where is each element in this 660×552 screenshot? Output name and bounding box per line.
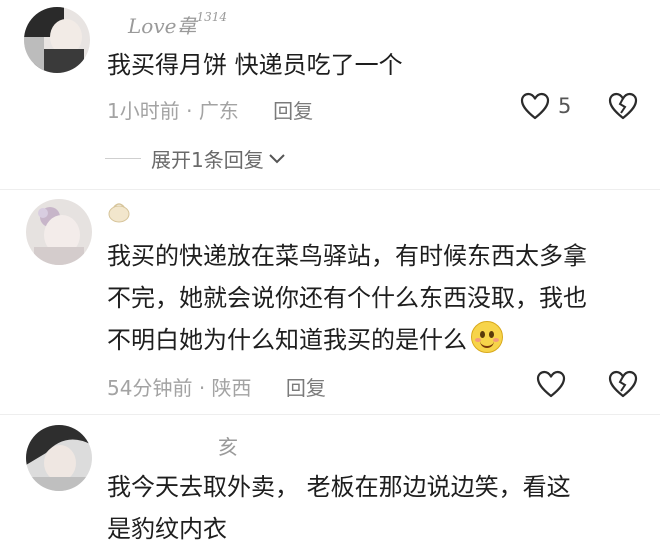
avatar[interactable]: [26, 199, 92, 265]
avatar[interactable]: [24, 7, 90, 73]
comment-meta: 1小时前 · 广东 回复: [107, 95, 313, 124]
comment-line: 不完，她就会说你还有个什么东西没取，我也: [107, 284, 587, 312]
broken-heart-icon: [608, 92, 638, 120]
comment-line: 我买的快递放在菜鸟驿站，有时候东西太多拿: [107, 242, 587, 270]
location: 广东: [198, 99, 239, 123]
username-suffix: 1314: [196, 10, 228, 24]
comment-1: Love韋1314 我买得月饼 快递员吃了一个 1小时前 · 广东 回复 5 展…: [0, 0, 660, 190]
broken-heart-icon: [608, 370, 638, 398]
expand-replies-button[interactable]: 展开1条回复: [105, 144, 286, 173]
chevron-down-icon: [269, 153, 285, 163]
comment-text: 我今天去取外卖， 老板在那边说边笑，看这 是豹纹内衣: [107, 466, 571, 550]
smiling-face-emoji: [471, 321, 503, 353]
dislike-button[interactable]: [608, 92, 638, 124]
like-count: 5: [558, 94, 572, 118]
expand-label: 展开1条回复: [151, 148, 264, 172]
expand-line: [105, 158, 141, 159]
username[interactable]: Love韋1314: [128, 10, 227, 39]
heart-outline-icon: [520, 92, 550, 120]
timestamp: 1小时前: [107, 99, 180, 123]
comment-meta: 54分钟前 · 陕西 回复: [107, 372, 326, 401]
username-badge[interactable]: [106, 198, 132, 229]
comment-line: 不明白她为什么知道我买的是什么: [107, 319, 587, 361]
heart-outline-icon: [536, 370, 566, 398]
username[interactable]: 亥: [218, 431, 238, 460]
like-button[interactable]: 5: [520, 92, 571, 120]
comment-3: 亥 我今天去取外卖， 老板在那边说边笑，看这 是豹纹内衣: [0, 415, 660, 552]
dislike-button[interactable]: [608, 370, 638, 402]
dot-separator: ·: [198, 376, 206, 400]
comment-2: 我买的快递放在菜鸟驿站，有时候东西太多拿 不完，她就会说你还有个什么东西没取，我…: [0, 190, 660, 415]
dot-separator: ·: [186, 99, 193, 123]
reply-button[interactable]: 回复: [286, 376, 326, 400]
comment-line: 是豹纹内衣: [107, 515, 227, 543]
comment-line: 我买得月饼 快递员吃了一个: [107, 51, 403, 79]
avatar[interactable]: [26, 425, 92, 491]
timestamp: 54分钟前: [107, 376, 193, 400]
comment-text: 我买的快递放在菜鸟驿站，有时候东西太多拿 不完，她就会说你还有个什么东西没取，我…: [107, 235, 587, 361]
reply-button[interactable]: 回复: [273, 99, 313, 123]
location: 陕西: [211, 376, 252, 400]
bag-icon: [108, 203, 130, 223]
comment-line: 我今天去取外卖， 老板在那边说边笑，看这: [107, 473, 571, 501]
comment-text: 我买得月饼 快递员吃了一个: [107, 44, 403, 86]
like-button[interactable]: [536, 370, 566, 398]
